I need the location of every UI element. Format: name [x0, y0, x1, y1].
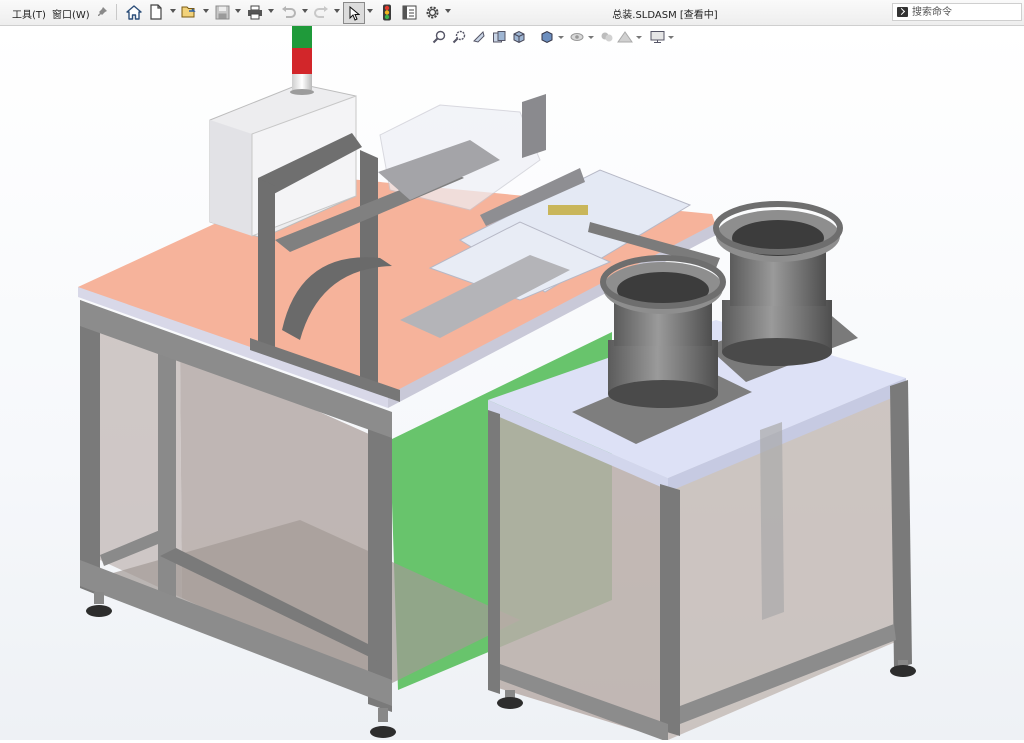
feeder-leg-front-right — [660, 484, 680, 736]
open-dropdown-chevron-icon[interactable] — [203, 9, 209, 13]
print-icon[interactable] — [246, 3, 264, 21]
zoom-to-area-icon[interactable] — [450, 28, 468, 46]
zoom-to-fit-icon[interactable] — [430, 28, 448, 46]
print-dropdown-chevron-icon[interactable] — [268, 9, 274, 13]
view-settings-icon[interactable] — [648, 28, 666, 46]
hide-show-dropdown-chevron-icon[interactable] — [588, 36, 594, 39]
options-gear-icon[interactable] — [423, 3, 441, 21]
heads-up-view-toolbar — [430, 28, 680, 48]
new-dropdown-chevron-icon[interactable] — [170, 9, 176, 13]
leveling-foot — [370, 708, 396, 738]
display-style-icon[interactable] — [538, 28, 556, 46]
menu-window[interactable]: 窗口(W) — [52, 6, 90, 21]
view-orientation-icon[interactable] — [510, 28, 528, 46]
redo-icon[interactable] — [312, 3, 330, 21]
undo-icon[interactable] — [279, 3, 297, 21]
menu-toolbar-bar: 工具(T) 窗口(W) 总装.SLDASM [查看中] — [0, 0, 1024, 26]
assembly-model-view — [78, 26, 916, 742]
vibratory-bowl-rear — [713, 201, 843, 366]
vibratory-bowl-front — [600, 255, 726, 408]
select-pointer-icon[interactable] — [343, 2, 365, 24]
save-icon[interactable] — [213, 3, 231, 21]
feeder-leg-front-left — [488, 410, 500, 694]
new-document-icon[interactable] — [147, 3, 165, 21]
document-title: 总装.SLDASM [查看中] — [612, 10, 718, 21]
toolbar-separator — [116, 4, 117, 20]
vertical-actuator — [522, 94, 546, 158]
section-view-icon[interactable] — [490, 28, 508, 46]
table-leg-front-left — [80, 300, 100, 596]
previous-view-icon[interactable] — [470, 28, 488, 46]
leveling-foot — [890, 660, 916, 677]
search-commands-input[interactable] — [912, 5, 1017, 19]
edit-appearance-icon[interactable] — [598, 28, 616, 46]
graphics-viewport[interactable] — [0, 26, 1024, 742]
file-properties-icon[interactable] — [400, 3, 418, 21]
sensor-block — [548, 205, 588, 215]
options-dropdown-chevron-icon[interactable] — [445, 9, 451, 13]
home-icon[interactable] — [125, 3, 143, 21]
search-commands-box[interactable] — [892, 3, 1022, 21]
hide-show-items-icon[interactable] — [568, 28, 586, 46]
traffic-light-icon[interactable] — [378, 3, 396, 21]
gantry-post-right — [360, 150, 378, 392]
redo-dropdown-chevron-icon[interactable] — [334, 9, 340, 13]
view-settings-dropdown-chevron-icon[interactable] — [668, 36, 674, 39]
display-style-dropdown-chevron-icon[interactable] — [558, 36, 564, 39]
menu-tools[interactable]: 工具(T) — [12, 6, 46, 21]
cable-chain — [760, 422, 784, 620]
open-folder-icon[interactable] — [180, 3, 198, 21]
command-prompt-icon — [897, 7, 908, 17]
table-leg-front-right — [368, 410, 392, 712]
save-dropdown-chevron-icon[interactable] — [235, 9, 241, 13]
pin-icon[interactable] — [93, 3, 111, 21]
apply-scene-dropdown-chevron-icon[interactable] — [636, 36, 642, 39]
signal-tower-beacon — [290, 26, 314, 95]
select-dropdown-chevron-icon[interactable] — [367, 9, 373, 13]
apply-scene-icon[interactable] — [616, 28, 634, 46]
gantry-post-left — [258, 178, 275, 352]
undo-dropdown-chevron-icon[interactable] — [302, 9, 308, 13]
